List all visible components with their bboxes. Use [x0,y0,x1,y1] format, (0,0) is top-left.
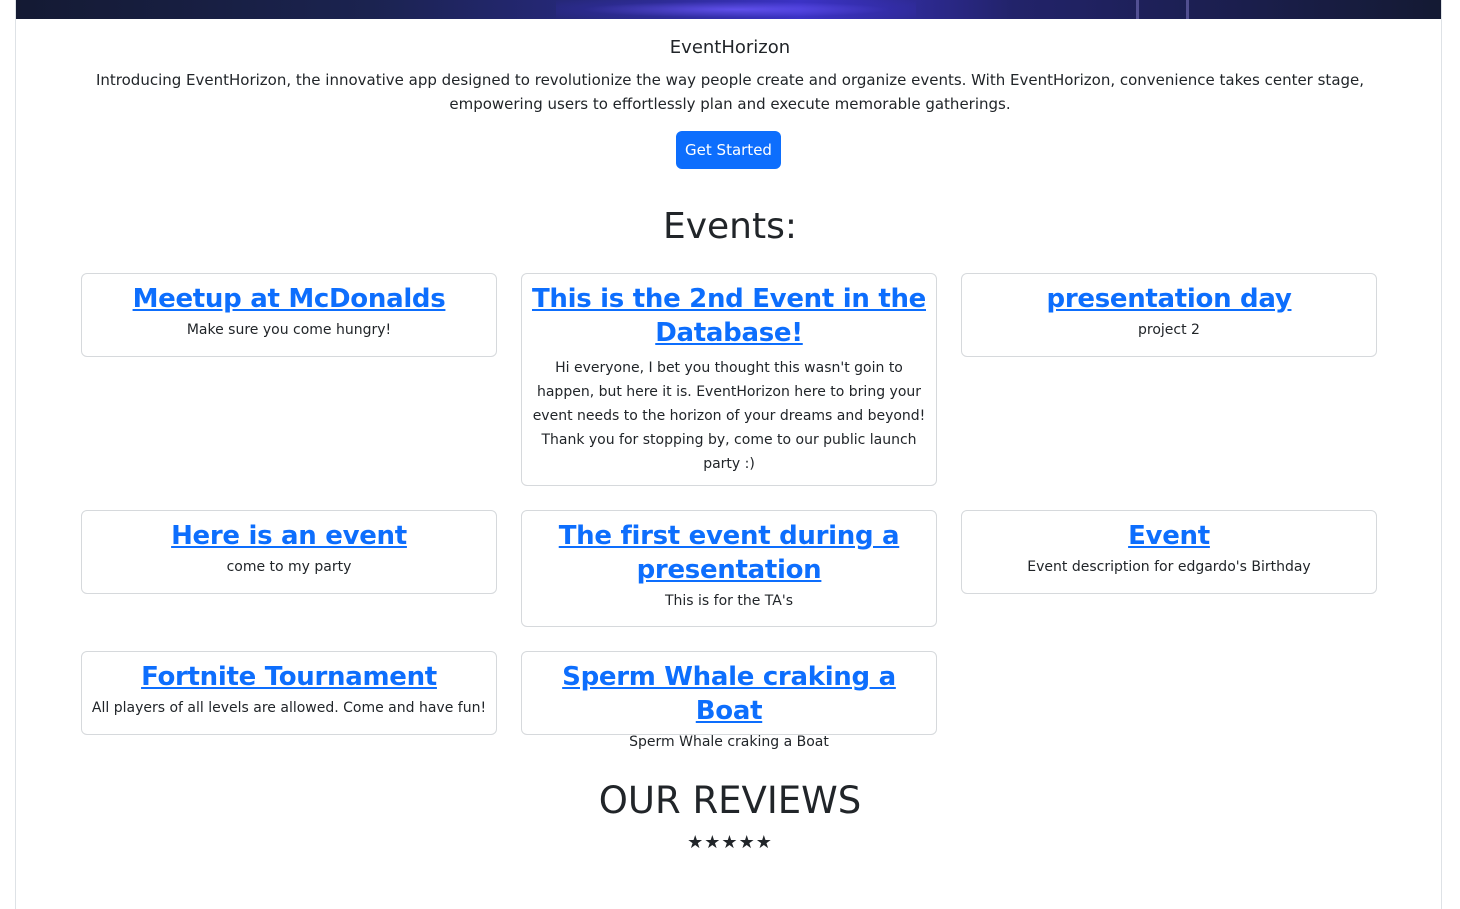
event-description: Sperm Whale craking a Boat [629,734,829,750]
event-card: Fortnite Tournament All players of all l… [81,651,497,735]
star-rating-icon: ★★★★★ [687,832,773,853]
event-card: This is the 2nd Event in the Database! H… [521,273,937,486]
events-heading: Events: [662,206,797,247]
brand-name: EventHorizon [669,37,791,58]
event-card: Event Event description for edgardo's Bi… [961,510,1377,594]
event-card: The first event during a presentation Th… [521,510,937,627]
get-started-button[interactable]: Get Started [676,131,781,169]
hero-banner-image [16,0,1441,19]
event-title-link[interactable]: The first event during a presentation [530,519,928,587]
event-card: Sperm Whale craking a Boat Sperm Whale c… [521,651,937,750]
event-description: All players of all levels are allowed. C… [91,700,487,716]
event-description: come to my party [226,559,352,575]
event-card: Here is an event come to my party [81,510,497,594]
hero-glow [556,0,916,19]
event-title-link[interactable]: Fortnite Tournament [90,660,488,694]
event-title-link[interactable]: presentation day [970,282,1368,316]
event-card: presentation day project 2 [961,273,1377,357]
event-title-link[interactable]: Here is an event [90,519,488,553]
event-title-link[interactable]: This is the 2nd Event in the Database! [530,282,928,350]
event-title-link[interactable]: Event [970,519,1368,553]
event-description: Event description for edgardo's Birthday [1027,559,1311,575]
event-card: Meetup at McDonalds Make sure you come h… [81,273,497,357]
hero-streak [1186,0,1189,19]
event-title-link[interactable]: Sperm Whale craking a Boat [530,660,928,728]
event-description: Hi everyone, I bet you thought this wasn… [532,360,926,472]
reviews-heading: OUR REVIEWS [598,779,862,822]
event-description: Make sure you come hungry! [186,322,392,338]
intro-text: Introducing EventHorizon, the innovative… [95,71,1365,113]
hero-streak [1136,0,1139,19]
event-description: This is for the TA's [664,593,793,609]
event-title-link[interactable]: Meetup at McDonalds [90,282,488,316]
event-description: project 2 [1138,322,1200,338]
